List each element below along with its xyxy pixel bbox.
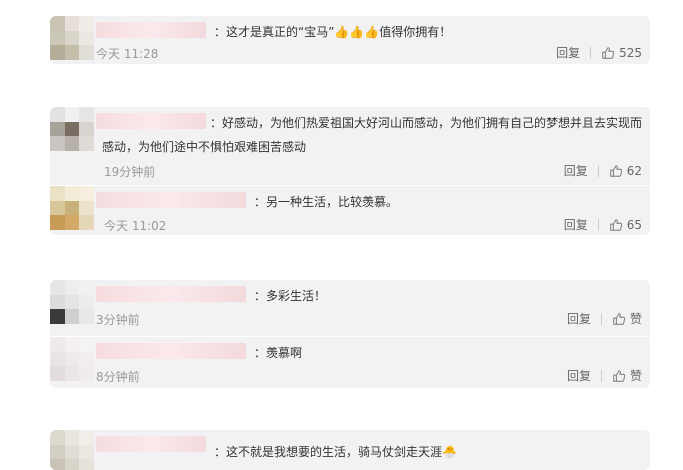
comment-text: ：另一种生活，比较羡慕。 <box>254 195 399 209</box>
divider <box>600 369 602 382</box>
comment: ：这才是真正的“宝马”👍👍👍值得你拥有！ 今天 11:28 回复 525 <box>50 16 650 64</box>
avatar[interactable] <box>50 430 94 470</box>
like-label: 赞 <box>629 312 642 326</box>
comment-text: ：多彩生活！ <box>254 289 327 303</box>
comment-card: ：多彩生活！ 3分钟前 回复 赞 ：羡慕啊 8分钟前 回复 赞 <box>50 280 650 388</box>
comment-time: 19分钟前 <box>104 165 156 179</box>
comment: ：这不就是我想要的生活，骑马仗剑走天涯🐣 <box>50 430 650 470</box>
username-blurred[interactable] <box>96 436 206 452</box>
comment-actions: 回复 赞 <box>567 310 642 327</box>
divider <box>597 218 599 231</box>
avatar[interactable] <box>50 186 94 230</box>
comment: ：羡慕啊 8分钟前 回复 赞 <box>50 336 650 388</box>
like-count: 525 <box>619 45 642 60</box>
thumbs-up-icon <box>602 46 615 59</box>
username-blurred[interactable] <box>96 286 246 302</box>
comment-actions: 回复 525 <box>556 44 642 61</box>
avatar[interactable] <box>50 280 94 324</box>
divider <box>597 164 599 177</box>
avatar[interactable] <box>50 107 94 151</box>
comment-text: ：好感动，为他们热爱祖国大好河山而感动，为他们拥有自己的梦想并且去实现而感动，为… <box>102 116 643 154</box>
username-blurred[interactable] <box>96 22 206 38</box>
comment-text: ：这才是真正的“宝马”👍👍👍值得你拥有！ <box>214 25 452 39</box>
username-blurred[interactable] <box>96 192 246 208</box>
comment-card: ：好感动，为他们热爱祖国大好河山而感动，为他们拥有自己的梦想并且去实现而感动，为… <box>50 107 650 235</box>
like-count: 62 <box>626 163 642 178</box>
divider <box>590 46 592 59</box>
divider <box>600 312 602 325</box>
like-button[interactable]: 525 <box>601 46 642 60</box>
thumbs-up-icon <box>613 369 626 382</box>
reply-button[interactable]: 回复 <box>567 367 591 384</box>
comment: ：好感动，为他们热爱祖国大好河山而感动，为他们拥有自己的梦想并且去实现而感动，为… <box>50 107 650 185</box>
reply-button[interactable]: 回复 <box>567 310 591 327</box>
comment-text: ：这不就是我想要的生活，骑马仗剑走天涯🐣 <box>214 445 457 459</box>
username-blurred[interactable] <box>96 343 246 359</box>
like-button[interactable]: 赞 <box>612 367 642 384</box>
comment-time: 今天 11:28 <box>96 47 159 61</box>
comment: ：另一种生活，比较羡慕。 今天 11:02 回复 65 <box>50 185 650 235</box>
avatar[interactable] <box>50 337 94 381</box>
reply-button[interactable]: 回复 <box>564 162 588 179</box>
thumbs-up-icon <box>613 312 626 325</box>
like-button[interactable]: 65 <box>609 218 642 232</box>
thumbs-up-icon <box>609 218 622 231</box>
like-button[interactable]: 62 <box>609 164 642 178</box>
comment-actions: 回复 赞 <box>567 367 642 384</box>
comment-actions: 回复 65 <box>564 216 642 233</box>
avatar[interactable] <box>50 16 94 60</box>
comment-card: ：这不就是我想要的生活，骑马仗剑走天涯🐣 <box>50 430 650 470</box>
comment-text: ：羡慕啊 <box>254 346 303 360</box>
reply-button[interactable]: 回复 <box>556 44 580 61</box>
comment-actions: 回复 62 <box>564 162 642 179</box>
comment-card: ：这才是真正的“宝马”👍👍👍值得你拥有！ 今天 11:28 回复 525 <box>50 16 650 64</box>
like-count: 65 <box>626 217 642 232</box>
comment: ：多彩生活！ 3分钟前 回复 赞 <box>50 280 650 336</box>
comment-time: 8分钟前 <box>96 370 140 384</box>
like-label: 赞 <box>629 369 642 383</box>
like-button[interactable]: 赞 <box>612 310 642 327</box>
thumbs-up-icon <box>609 164 622 177</box>
comment-time: 3分钟前 <box>96 313 140 327</box>
reply-button[interactable]: 回复 <box>564 216 588 233</box>
comment-time: 今天 11:02 <box>104 219 167 233</box>
